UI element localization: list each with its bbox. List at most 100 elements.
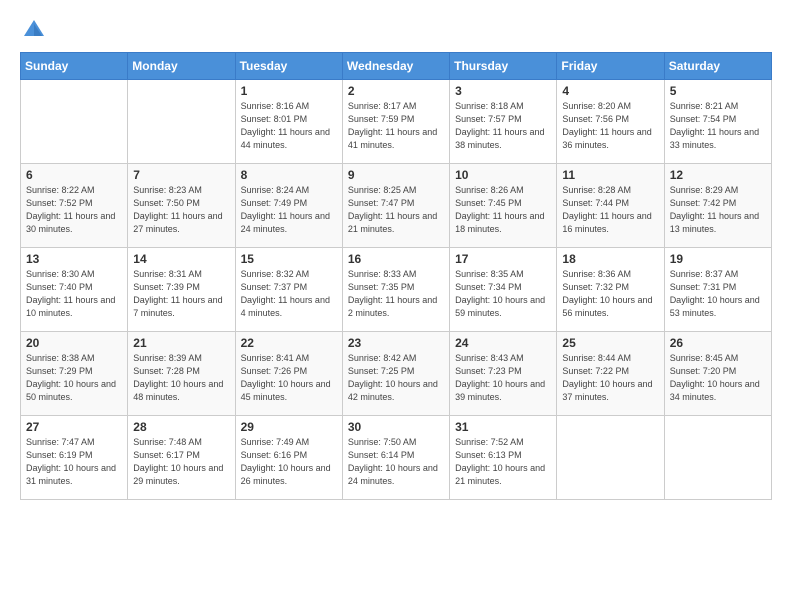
day-number: 17	[455, 252, 551, 266]
day-info: Sunrise: 8:29 AM Sunset: 7:42 PM Dayligh…	[670, 184, 766, 236]
calendar-cell: 18 Sunrise: 8:36 AM Sunset: 7:32 PM Dayli…	[557, 248, 664, 332]
day-info: Sunrise: 8:28 AM Sunset: 7:44 PM Dayligh…	[562, 184, 658, 236]
day-number: 14	[133, 252, 229, 266]
day-info: Sunrise: 8:41 AM Sunset: 7:26 PM Dayligh…	[241, 352, 337, 404]
day-info: Sunrise: 8:39 AM Sunset: 7:28 PM Dayligh…	[133, 352, 229, 404]
calendar-cell: 8Sunrise: 8:24 AM Sunset: 7:49 PM Daylig…	[235, 164, 342, 248]
calendar-cell: 1Sunrise: 8:16 AM Sunset: 8:01 PM Daylig…	[235, 80, 342, 164]
calendar-cell: 30 Sunrise: 7:50 AM Sunset: 6:14 PM Dayli…	[342, 416, 449, 500]
day-info: Sunrise: 8:45 AM Sunset: 7:20 PM Dayligh…	[670, 352, 766, 404]
week-row-4: 27 Sunrise: 7:47 AM Sunset: 6:19 PM Dayli…	[21, 416, 772, 500]
header	[20, 16, 772, 44]
day-number: 26	[670, 336, 766, 350]
day-info: Sunrise: 8:42 AM Sunset: 7:25 PM Dayligh…	[348, 352, 444, 404]
calendar-cell: 4 Sunrise: 8:20 AM Sunset: 7:56 PM Daylig…	[557, 80, 664, 164]
calendar-cell: 7 Sunrise: 8:23 AM Sunset: 7:50 PM Daylig…	[128, 164, 235, 248]
calendar-cell: 12 Sunrise: 8:29 AM Sunset: 7:42 PM Dayli…	[664, 164, 771, 248]
calendar-cell	[21, 80, 128, 164]
day-number: 7	[133, 168, 229, 182]
calendar-header-row: SundayMondayTuesdayWednesdayThursdayFrid…	[21, 53, 772, 80]
day-info: Sunrise: 7:50 AM Sunset: 6:14 PM Dayligh…	[348, 436, 444, 488]
day-number: 28	[133, 420, 229, 434]
calendar-cell: 21 Sunrise: 8:39 AM Sunset: 7:28 PM Dayli…	[128, 332, 235, 416]
col-header-monday: Monday	[128, 53, 235, 80]
day-info: Sunrise: 8:35 AM Sunset: 7:34 PM Dayligh…	[455, 268, 551, 320]
day-number: 9	[348, 168, 444, 182]
week-row-3: 20 Sunrise: 8:38 AM Sunset: 7:29 PM Dayli…	[21, 332, 772, 416]
calendar-cell: 11 Sunrise: 8:28 AM Sunset: 7:44 PM Dayli…	[557, 164, 664, 248]
calendar-cell: 19Sunrise: 8:37 AM Sunset: 7:31 PM Dayli…	[664, 248, 771, 332]
day-info: Sunrise: 8:21 AM Sunset: 7:54 PM Dayligh…	[670, 100, 766, 152]
day-number: 24	[455, 336, 551, 350]
day-number: 10	[455, 168, 551, 182]
day-number: 23	[348, 336, 444, 350]
calendar-cell: 10 Sunrise: 8:26 AM Sunset: 7:45 PM Dayli…	[450, 164, 557, 248]
day-number: 4	[562, 84, 658, 98]
week-row-1: 6 Sunrise: 8:22 AM Sunset: 7:52 PM Daylig…	[21, 164, 772, 248]
day-info: Sunrise: 8:44 AM Sunset: 7:22 PM Dayligh…	[562, 352, 658, 404]
day-number: 27	[26, 420, 122, 434]
calendar-cell: 5 Sunrise: 8:21 AM Sunset: 7:54 PM Daylig…	[664, 80, 771, 164]
day-number: 30	[348, 420, 444, 434]
logo	[20, 16, 52, 44]
col-header-friday: Friday	[557, 53, 664, 80]
calendar-cell: 23 Sunrise: 8:42 AM Sunset: 7:25 PM Dayli…	[342, 332, 449, 416]
calendar-cell: 2 Sunrise: 8:17 AM Sunset: 7:59 PM Daylig…	[342, 80, 449, 164]
day-number: 20	[26, 336, 122, 350]
day-number: 22	[241, 336, 337, 350]
col-header-sunday: Sunday	[21, 53, 128, 80]
calendar-cell: 16 Sunrise: 8:33 AM Sunset: 7:35 PM Dayli…	[342, 248, 449, 332]
calendar-cell: 25 Sunrise: 8:44 AM Sunset: 7:22 PM Dayli…	[557, 332, 664, 416]
day-info: Sunrise: 8:33 AM Sunset: 7:35 PM Dayligh…	[348, 268, 444, 320]
day-number: 21	[133, 336, 229, 350]
day-info: Sunrise: 8:20 AM Sunset: 7:56 PM Dayligh…	[562, 100, 658, 152]
col-header-saturday: Saturday	[664, 53, 771, 80]
day-number: 13	[26, 252, 122, 266]
day-number: 2	[348, 84, 444, 98]
calendar-cell	[664, 416, 771, 500]
calendar-cell: 9 Sunrise: 8:25 AM Sunset: 7:47 PM Daylig…	[342, 164, 449, 248]
calendar-cell: 6 Sunrise: 8:22 AM Sunset: 7:52 PM Daylig…	[21, 164, 128, 248]
calendar-cell: 14 Sunrise: 8:31 AM Sunset: 7:39 PM Dayli…	[128, 248, 235, 332]
calendar-cell: 17 Sunrise: 8:35 AM Sunset: 7:34 PM Dayli…	[450, 248, 557, 332]
day-number: 15	[241, 252, 337, 266]
day-info: Sunrise: 8:17 AM Sunset: 7:59 PM Dayligh…	[348, 100, 444, 152]
week-row-2: 13Sunrise: 8:30 AM Sunset: 7:40 PM Dayli…	[21, 248, 772, 332]
day-info: Sunrise: 8:25 AM Sunset: 7:47 PM Dayligh…	[348, 184, 444, 236]
day-info: Sunrise: 7:47 AM Sunset: 6:19 PM Dayligh…	[26, 436, 122, 488]
day-info: Sunrise: 8:24 AM Sunset: 7:49 PM Dayligh…	[241, 184, 337, 236]
calendar-cell: 24 Sunrise: 8:43 AM Sunset: 7:23 PM Dayli…	[450, 332, 557, 416]
calendar-cell: 31Sunrise: 7:52 AM Sunset: 6:13 PM Dayli…	[450, 416, 557, 500]
page: SundayMondayTuesdayWednesdayThursdayFrid…	[0, 0, 792, 520]
day-info: Sunrise: 8:31 AM Sunset: 7:39 PM Dayligh…	[133, 268, 229, 320]
calendar-cell: 3Sunrise: 8:18 AM Sunset: 7:57 PM Daylig…	[450, 80, 557, 164]
calendar-cell: 20 Sunrise: 8:38 AM Sunset: 7:29 PM Dayli…	[21, 332, 128, 416]
day-info: Sunrise: 8:38 AM Sunset: 7:29 PM Dayligh…	[26, 352, 122, 404]
day-number: 12	[670, 168, 766, 182]
day-info: Sunrise: 8:16 AM Sunset: 8:01 PM Dayligh…	[241, 100, 337, 152]
day-number: 25	[562, 336, 658, 350]
day-info: Sunrise: 8:22 AM Sunset: 7:52 PM Dayligh…	[26, 184, 122, 236]
day-number: 6	[26, 168, 122, 182]
day-info: Sunrise: 8:36 AM Sunset: 7:32 PM Dayligh…	[562, 268, 658, 320]
day-info: Sunrise: 7:52 AM Sunset: 6:13 PM Dayligh…	[455, 436, 551, 488]
day-info: Sunrise: 7:49 AM Sunset: 6:16 PM Dayligh…	[241, 436, 337, 488]
calendar-cell: 13Sunrise: 8:30 AM Sunset: 7:40 PM Dayli…	[21, 248, 128, 332]
day-number: 11	[562, 168, 658, 182]
calendar-cell: 28Sunrise: 7:48 AM Sunset: 6:17 PM Dayli…	[128, 416, 235, 500]
day-number: 18	[562, 252, 658, 266]
calendar-cell: 29 Sunrise: 7:49 AM Sunset: 6:16 PM Dayli…	[235, 416, 342, 500]
col-header-wednesday: Wednesday	[342, 53, 449, 80]
day-number: 29	[241, 420, 337, 434]
calendar-table: SundayMondayTuesdayWednesdayThursdayFrid…	[20, 52, 772, 500]
day-info: Sunrise: 8:18 AM Sunset: 7:57 PM Dayligh…	[455, 100, 551, 152]
calendar-cell: 27 Sunrise: 7:47 AM Sunset: 6:19 PM Dayli…	[21, 416, 128, 500]
day-info: Sunrise: 8:43 AM Sunset: 7:23 PM Dayligh…	[455, 352, 551, 404]
logo-icon	[20, 16, 48, 44]
day-info: Sunrise: 8:23 AM Sunset: 7:50 PM Dayligh…	[133, 184, 229, 236]
day-number: 19	[670, 252, 766, 266]
day-number: 5	[670, 84, 766, 98]
calendar-cell	[557, 416, 664, 500]
day-info: Sunrise: 8:26 AM Sunset: 7:45 PM Dayligh…	[455, 184, 551, 236]
day-number: 16	[348, 252, 444, 266]
